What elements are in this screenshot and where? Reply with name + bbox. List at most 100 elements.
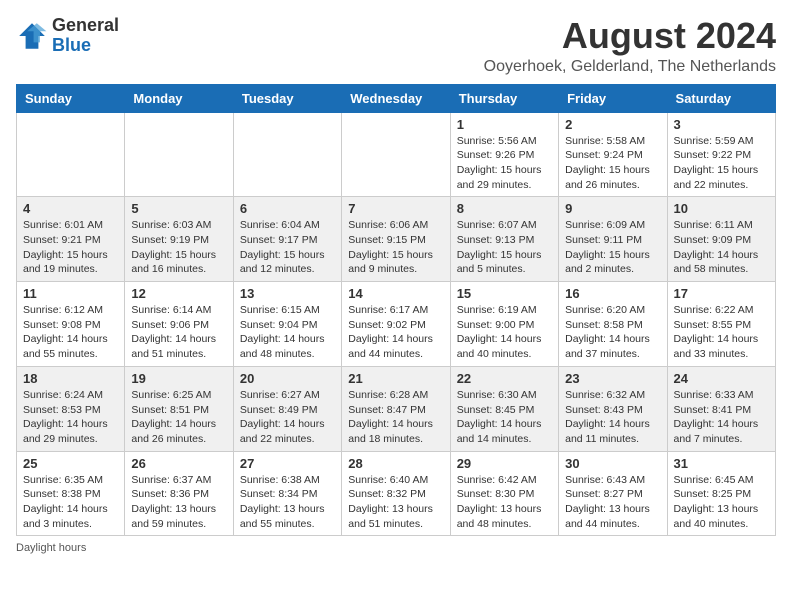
table-row: 24 Sunrise: 6:33 AM Sunset: 8:41 PM Dayli…: [667, 366, 775, 451]
day-number: 3: [674, 117, 769, 132]
day-info: Sunrise: 6:38 AM Sunset: 8:34 PM Dayligh…: [240, 473, 335, 532]
day-info: Sunrise: 6:09 AM Sunset: 9:11 PM Dayligh…: [565, 218, 660, 277]
day-info: Sunrise: 6:45 AM Sunset: 8:25 PM Dayligh…: [674, 473, 769, 532]
day-info: Sunrise: 6:06 AM Sunset: 9:15 PM Dayligh…: [348, 218, 443, 277]
day-info: Sunrise: 6:01 AM Sunset: 9:21 PM Dayligh…: [23, 218, 118, 277]
subtitle: Ooyerhoek, Gelderland, The Netherlands: [484, 58, 776, 76]
table-row: 25Sunrise: 6:35 AM Sunset: 8:38 PM Dayli…: [17, 451, 125, 536]
day-number: 28: [348, 456, 443, 471]
day-info: Sunrise: 6:24 AM Sunset: 8:53 PM Dayligh…: [23, 388, 118, 447]
day-info: Sunrise: 5:59 AM Sunset: 9:22 PM Dayligh…: [674, 134, 769, 193]
day-number: 1: [457, 117, 552, 132]
table-row: 26 Sunrise: 6:37 AM Sunset: 8:36 PM Dayli…: [125, 451, 233, 536]
footer-text: Daylight hours: [16, 542, 86, 554]
day-info: Sunrise: 6:27 AM Sunset: 8:49 PM Dayligh…: [240, 388, 335, 447]
day-number: 12: [131, 286, 226, 301]
day-info: Sunrise: 6:19 AM Sunset: 9:00 PM Dayligh…: [457, 303, 552, 362]
day-number: 7: [348, 201, 443, 216]
day-number: 23: [565, 371, 660, 386]
day-number: 21: [348, 371, 443, 386]
col-tuesday: Tuesday: [233, 84, 341, 112]
logo-line2: Blue: [52, 36, 119, 56]
table-row: 27 Sunrise: 6:38 AM Sunset: 8:34 PM Dayli…: [233, 451, 341, 536]
table-row: 13 Sunrise: 6:15 AM Sunset: 9:04 PM Dayli…: [233, 282, 341, 367]
day-number: 17: [674, 286, 769, 301]
table-row: 14 Sunrise: 6:17 AM Sunset: 9:02 PM Dayli…: [342, 282, 450, 367]
day-info: Sunrise: 6:22 AM Sunset: 8:55 PM Dayligh…: [674, 303, 769, 362]
table-row: 16 Sunrise: 6:20 AM Sunset: 8:58 PM Dayli…: [559, 282, 667, 367]
table-row: [125, 112, 233, 197]
day-info: Sunrise: 6:25 AM Sunset: 8:51 PM Dayligh…: [131, 388, 226, 447]
col-monday: Monday: [125, 84, 233, 112]
day-number: 6: [240, 201, 335, 216]
day-number: 9: [565, 201, 660, 216]
day-info: Sunrise: 6:43 AM Sunset: 8:27 PM Dayligh…: [565, 473, 660, 532]
table-row: 17 Sunrise: 6:22 AM Sunset: 8:55 PM Dayli…: [667, 282, 775, 367]
col-saturday: Saturday: [667, 84, 775, 112]
day-number: 29: [457, 456, 552, 471]
table-row: 15 Sunrise: 6:19 AM Sunset: 9:00 PM Dayli…: [450, 282, 558, 367]
table-row: 12Sunrise: 6:14 AM Sunset: 9:06 PM Dayli…: [125, 282, 233, 367]
table-row: [342, 112, 450, 197]
table-row: 8 Sunrise: 6:07 AM Sunset: 9:13 PM Daylig…: [450, 197, 558, 282]
table-row: 29Sunrise: 6:42 AM Sunset: 8:30 PM Dayli…: [450, 451, 558, 536]
calendar-week-5: 25Sunrise: 6:35 AM Sunset: 8:38 PM Dayli…: [17, 451, 776, 536]
day-number: 11: [23, 286, 118, 301]
table-row: 9 Sunrise: 6:09 AM Sunset: 9:11 PM Daylig…: [559, 197, 667, 282]
table-row: 5 Sunrise: 6:03 AM Sunset: 9:19 PM Daylig…: [125, 197, 233, 282]
day-number: 16: [565, 286, 660, 301]
table-row: [17, 112, 125, 197]
day-info: Sunrise: 6:04 AM Sunset: 9:17 PM Dayligh…: [240, 218, 335, 277]
day-number: 10: [674, 201, 769, 216]
day-number: 14: [348, 286, 443, 301]
day-number: 27: [240, 456, 335, 471]
day-number: 18: [23, 371, 118, 386]
table-row: 22 Sunrise: 6:30 AM Sunset: 8:45 PM Dayli…: [450, 366, 558, 451]
day-info: Sunrise: 6:33 AM Sunset: 8:41 PM Dayligh…: [674, 388, 769, 447]
table-row: 31Sunrise: 6:45 AM Sunset: 8:25 PM Dayli…: [667, 451, 775, 536]
logo-icon: [16, 20, 48, 52]
day-info: Sunrise: 6:07 AM Sunset: 9:13 PM Dayligh…: [457, 218, 552, 277]
header: General Blue August 2024 Ooyerhoek, Geld…: [16, 16, 776, 76]
table-row: 1 Sunrise: 5:56 AM Sunset: 9:26 PM Daylig…: [450, 112, 558, 197]
day-info: Sunrise: 6:40 AM Sunset: 8:32 PM Dayligh…: [348, 473, 443, 532]
day-number: 20: [240, 371, 335, 386]
day-number: 22: [457, 371, 552, 386]
day-number: 5: [131, 201, 226, 216]
day-number: 30: [565, 456, 660, 471]
day-info: Sunrise: 5:56 AM Sunset: 9:26 PM Dayligh…: [457, 134, 552, 193]
table-row: 19Sunrise: 6:25 AM Sunset: 8:51 PM Dayli…: [125, 366, 233, 451]
title-area: August 2024 Ooyerhoek, Gelderland, The N…: [484, 16, 776, 76]
page-container: General Blue August 2024 Ooyerhoek, Geld…: [0, 0, 792, 562]
table-row: 7 Sunrise: 6:06 AM Sunset: 9:15 PM Daylig…: [342, 197, 450, 282]
day-number: 13: [240, 286, 335, 301]
table-row: 10 Sunrise: 6:11 AM Sunset: 9:09 PM Dayli…: [667, 197, 775, 282]
day-number: 4: [23, 201, 118, 216]
day-info: Sunrise: 6:11 AM Sunset: 9:09 PM Dayligh…: [674, 218, 769, 277]
table-row: 3 Sunrise: 5:59 AM Sunset: 9:22 PM Daylig…: [667, 112, 775, 197]
day-info: Sunrise: 6:12 AM Sunset: 9:08 PM Dayligh…: [23, 303, 118, 362]
calendar-week-4: 18 Sunrise: 6:24 AM Sunset: 8:53 PM Dayli…: [17, 366, 776, 451]
table-row: 6 Sunrise: 6:04 AM Sunset: 9:17 PM Daylig…: [233, 197, 341, 282]
day-info: Sunrise: 6:03 AM Sunset: 9:19 PM Dayligh…: [131, 218, 226, 277]
day-number: 2: [565, 117, 660, 132]
day-info: Sunrise: 6:20 AM Sunset: 8:58 PM Dayligh…: [565, 303, 660, 362]
table-row: 11 Sunrise: 6:12 AM Sunset: 9:08 PM Dayli…: [17, 282, 125, 367]
table-row: [233, 112, 341, 197]
col-friday: Friday: [559, 84, 667, 112]
day-info: Sunrise: 6:32 AM Sunset: 8:43 PM Dayligh…: [565, 388, 660, 447]
day-number: 24: [674, 371, 769, 386]
day-info: Sunrise: 6:28 AM Sunset: 8:47 PM Dayligh…: [348, 388, 443, 447]
day-info: Sunrise: 6:30 AM Sunset: 8:45 PM Dayligh…: [457, 388, 552, 447]
day-info: Sunrise: 6:15 AM Sunset: 9:04 PM Dayligh…: [240, 303, 335, 362]
table-row: 21 Sunrise: 6:28 AM Sunset: 8:47 PM Dayli…: [342, 366, 450, 451]
table-row: 18 Sunrise: 6:24 AM Sunset: 8:53 PM Dayli…: [17, 366, 125, 451]
day-info: Sunrise: 6:17 AM Sunset: 9:02 PM Dayligh…: [348, 303, 443, 362]
day-number: 8: [457, 201, 552, 216]
table-row: 30 Sunrise: 6:43 AM Sunset: 8:27 PM Dayli…: [559, 451, 667, 536]
day-number: 15: [457, 286, 552, 301]
day-number: 26: [131, 456, 226, 471]
day-info: Sunrise: 6:37 AM Sunset: 8:36 PM Dayligh…: [131, 473, 226, 532]
day-info: Sunrise: 6:35 AM Sunset: 8:38 PM Dayligh…: [23, 473, 118, 532]
col-wednesday: Wednesday: [342, 84, 450, 112]
